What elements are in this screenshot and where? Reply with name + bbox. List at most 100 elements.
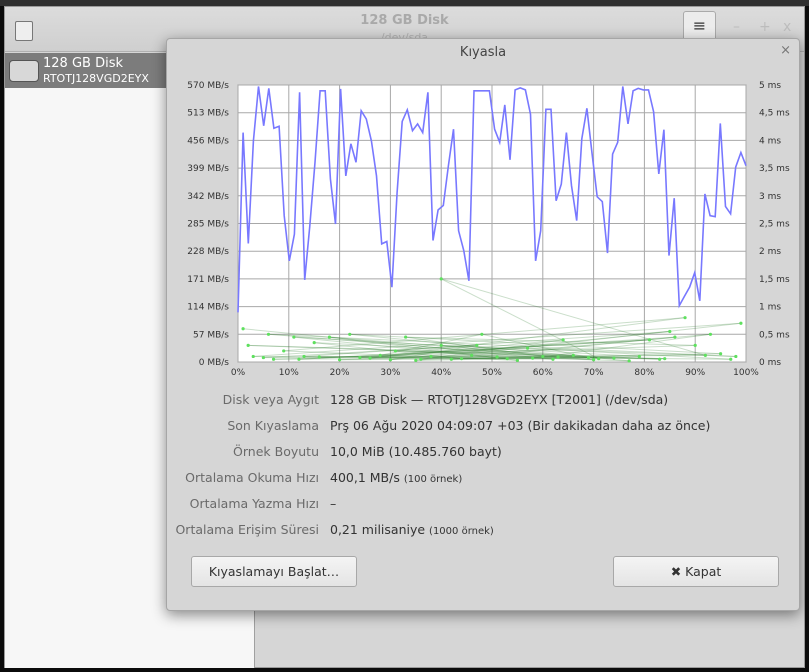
access-time-point <box>261 355 265 360</box>
access-time-point <box>719 352 723 356</box>
y-tick-right: 3 ms <box>759 192 781 202</box>
x-tick: 30% <box>380 368 400 377</box>
close-icon: ✖ <box>670 564 682 579</box>
benchmark-dialog: Kıyasla × 0 MB/s 0 ms 0% 57 MB/s 0,5 ms 10% 11… <box>166 38 800 611</box>
x-tick: 70% <box>584 368 604 377</box>
info-row-access-time: Ortalama Erişim Süresi 0,21 milisaniye (1… <box>167 522 801 542</box>
access-time-point <box>592 358 596 362</box>
access-time-point <box>297 357 301 361</box>
access-time-point <box>358 355 362 360</box>
info-label: Ortalama Okuma Hızı <box>185 470 319 485</box>
access-time-point <box>241 327 245 331</box>
info-row-device: Disk veya Aygıt 128 GB Disk — RTOTJ128VGD… <box>167 392 801 412</box>
access-time-point <box>729 357 733 361</box>
access-time-point <box>388 358 392 362</box>
info-note: (1000 örnek) <box>429 526 494 537</box>
close-label: Kapat <box>685 564 722 579</box>
y-tick-right: 3,5 ms <box>759 164 790 174</box>
access-time-point <box>703 353 707 357</box>
info-label: Ortalama Erişim Süresi <box>175 522 319 537</box>
info-label: Disk veya Aygıt <box>222 392 319 407</box>
y-tick-right: 1 ms <box>759 303 781 313</box>
access-time-point <box>505 357 509 361</box>
access-time-point <box>734 354 738 359</box>
drive-name: 128 GB Disk <box>43 56 123 71</box>
access-time-point <box>561 338 565 342</box>
access-time-point <box>470 353 474 357</box>
access-time-point <box>658 357 662 361</box>
info-value: 400,1 MB/s <box>330 470 400 485</box>
access-time-point <box>404 335 408 339</box>
y-tick-left: 57 MB/s <box>193 330 229 340</box>
hamburger-menu-button[interactable]: ≡ <box>683 11 716 41</box>
access-time-point <box>495 355 499 359</box>
access-time-point <box>302 354 306 359</box>
access-time-point <box>556 355 560 359</box>
y-tick-left: 228 MB/s <box>187 247 229 257</box>
access-time-point <box>459 357 464 361</box>
access-time-point <box>439 343 443 347</box>
access-time-point <box>480 332 484 336</box>
info-note: (100 örnek) <box>403 474 463 485</box>
access-time-point <box>251 354 255 359</box>
access-time-point <box>637 354 641 359</box>
info-row-last-benchmark: Son Kıyaslama Prş 06 Ağu 2020 04:09:07 +0… <box>167 418 801 438</box>
y-tick-left: 570 MB/s <box>187 81 229 91</box>
info-value: – <box>330 496 337 511</box>
y-tick-left: 0 MB/s <box>199 358 230 368</box>
info-value: Prş 06 Ağu 2020 04:09:07 +03 (Bir dakika… <box>330 418 711 433</box>
y-tick-right: 0 ms <box>759 358 781 368</box>
access-time-point <box>612 356 616 360</box>
access-time-point <box>327 335 332 339</box>
info-row-write-rate: Ortalama Yazma Hızı – <box>167 496 801 516</box>
y-tick-right: 5 ms <box>759 81 781 91</box>
y-tick-left: 456 MB/s <box>187 136 229 146</box>
access-time-point <box>282 349 286 353</box>
access-time-point <box>378 353 382 357</box>
y-tick-left: 171 MB/s <box>187 275 229 285</box>
info-row-read-rate: Ortalama Okuma Hızı 400,1 MB/s (100 örnek… <box>167 470 801 490</box>
y-tick-left: 342 MB/s <box>187 192 229 202</box>
access-time-point <box>531 356 535 360</box>
info-label: Son Kıyaslama <box>227 418 319 433</box>
access-time-point <box>393 349 398 353</box>
dialog-title: Kıyasla <box>459 45 507 60</box>
access-time-point <box>663 357 667 361</box>
access-time-point <box>683 316 687 320</box>
y-tick-right: 4,5 ms <box>759 109 790 119</box>
minimize-button[interactable]: – <box>733 19 740 35</box>
access-time-point <box>551 357 555 361</box>
access-time-point <box>338 358 342 362</box>
dialog-close-icon[interactable]: × <box>780 43 791 58</box>
benchmark-chart: 0 MB/s 0 ms 0% 57 MB/s 0,5 ms 10% 114 MB/s 1 ms… <box>187 81 790 377</box>
access-time-point <box>475 343 479 347</box>
x-tick: 20% <box>330 368 350 377</box>
access-time-point <box>368 356 372 360</box>
y-tick-left: 285 MB/s <box>187 220 229 230</box>
access-time-point <box>348 332 352 336</box>
access-time-point <box>673 335 677 339</box>
info-label: Örnek Boyutu <box>233 444 319 459</box>
y-tick-left: 399 MB/s <box>187 164 229 174</box>
access-time-point <box>668 329 672 334</box>
y-tick-right: 1,5 ms <box>759 275 790 285</box>
access-time-point <box>429 354 433 359</box>
access-time-point <box>541 354 545 359</box>
access-time-point <box>449 357 453 361</box>
access-time-point <box>515 358 519 362</box>
x-tick: 100% <box>733 368 759 377</box>
access-time-point <box>266 332 271 336</box>
info-row-sample-size: Örnek Boyutu 10,0 MiB (10.485.760 bayt) <box>167 444 801 464</box>
x-tick: 60% <box>533 368 553 377</box>
start-benchmark-button[interactable]: Kıyaslamayı Başlat… <box>191 556 357 587</box>
access-time-point <box>414 358 418 362</box>
y-tick-right: 0,5 ms <box>759 330 790 340</box>
access-time-point <box>246 343 250 347</box>
close-dialog-button[interactable]: ✖ Kapat <box>613 556 779 587</box>
y-tick-left: 114 MB/s <box>187 303 229 313</box>
window-close-button[interactable]: x <box>783 19 791 35</box>
maximize-button[interactable]: + <box>759 19 771 35</box>
x-tick: 80% <box>634 368 654 377</box>
access-time-point <box>647 338 652 342</box>
y-tick-right: 2,5 ms <box>759 220 790 230</box>
